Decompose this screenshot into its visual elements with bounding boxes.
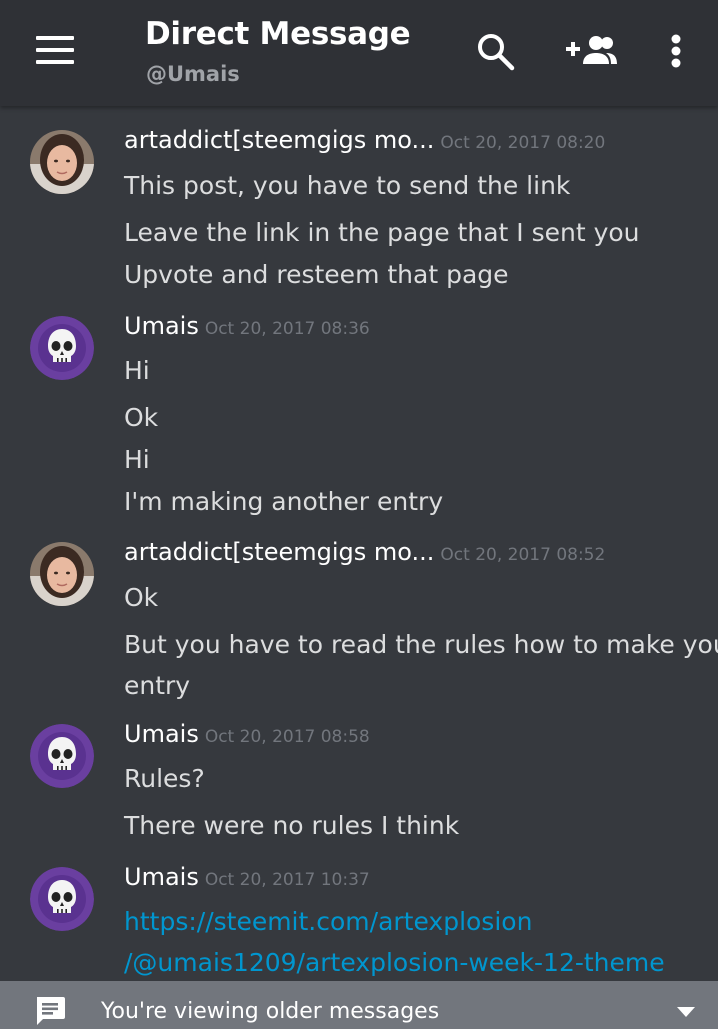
older-messages-label: You're viewing older messages	[101, 999, 440, 1024]
avatar[interactable]	[30, 542, 94, 606]
message-header: artaddict[steemgigs mo... Oct 20, 2017 08…	[124, 538, 605, 566]
author-name[interactable]: artaddict[steemgigs mo...	[124, 126, 434, 154]
message-timestamp: Oct 20, 2017 08:20	[440, 133, 606, 153]
chat-bubble-icon	[37, 997, 65, 1025]
caret-down-icon[interactable]	[677, 1007, 695, 1017]
older-messages-bar[interactable]: You're viewing older messages	[0, 981, 718, 1029]
skull-avatar-icon	[30, 867, 94, 931]
avatar[interactable]	[30, 130, 94, 194]
search-icon[interactable]	[476, 32, 516, 72]
hamburger-menu-icon[interactable]	[36, 36, 76, 64]
message-text: There were no rules I think	[124, 811, 460, 840]
add-friend-icon[interactable]	[566, 34, 618, 68]
message-text: This post, you have to send the link	[124, 171, 571, 200]
user-photo-icon	[30, 130, 94, 194]
app-header: Direct Message @Umais	[0, 0, 718, 106]
message-timestamp: Oct 20, 2017 10:37	[204, 870, 370, 890]
author-name[interactable]: Umais	[124, 720, 199, 748]
message-text: Upvote and resteem that page	[124, 260, 509, 289]
message-text: Leave the link in the page that I sent y…	[124, 218, 640, 247]
message-header: Umais Oct 20, 2017 08:58	[124, 720, 370, 748]
avatar[interactable]	[30, 867, 94, 931]
message-text: Ok	[124, 583, 159, 612]
message-text: But you have to read the rules how to ma…	[124, 630, 718, 659]
channel-handle: @Umais	[146, 62, 240, 86]
message-link[interactable]: https://steemit.com/artexplosion	[124, 907, 532, 936]
avatar[interactable]	[30, 316, 94, 380]
message-text: Ok	[124, 403, 159, 432]
message-timestamp: Oct 20, 2017 08:36	[204, 319, 370, 339]
message-text: I'm making another entry	[124, 487, 444, 516]
message-list[interactable]: artaddict[steemgigs mo... Oct 20, 2017 08…	[0, 106, 718, 981]
message-timestamp: Oct 20, 2017 08:58	[204, 727, 370, 747]
page-title: Direct Message	[145, 16, 411, 52]
message-header: Umais Oct 20, 2017 08:36	[124, 312, 370, 340]
user-photo-icon	[30, 542, 94, 606]
author-name[interactable]: Umais	[124, 312, 199, 340]
more-vertical-icon[interactable]	[670, 34, 682, 70]
author-name[interactable]: Umais	[124, 863, 199, 891]
avatar[interactable]	[30, 724, 94, 788]
skull-avatar-icon	[30, 724, 94, 788]
message-link[interactable]: /@umais1209/artexplosion-week-12-theme	[124, 948, 665, 977]
skull-avatar-icon	[30, 316, 94, 380]
message-text: entry	[124, 671, 191, 700]
message-timestamp: Oct 20, 2017 08:52	[440, 545, 606, 565]
message-header: artaddict[steemgigs mo... Oct 20, 2017 08…	[124, 126, 605, 154]
message-header: Umais Oct 20, 2017 10:37	[124, 863, 370, 891]
message-text: Hi	[124, 356, 150, 385]
message-text: Rules?	[124, 764, 205, 793]
author-name[interactable]: artaddict[steemgigs mo...	[124, 538, 434, 566]
message-text: Hi	[124, 445, 150, 474]
